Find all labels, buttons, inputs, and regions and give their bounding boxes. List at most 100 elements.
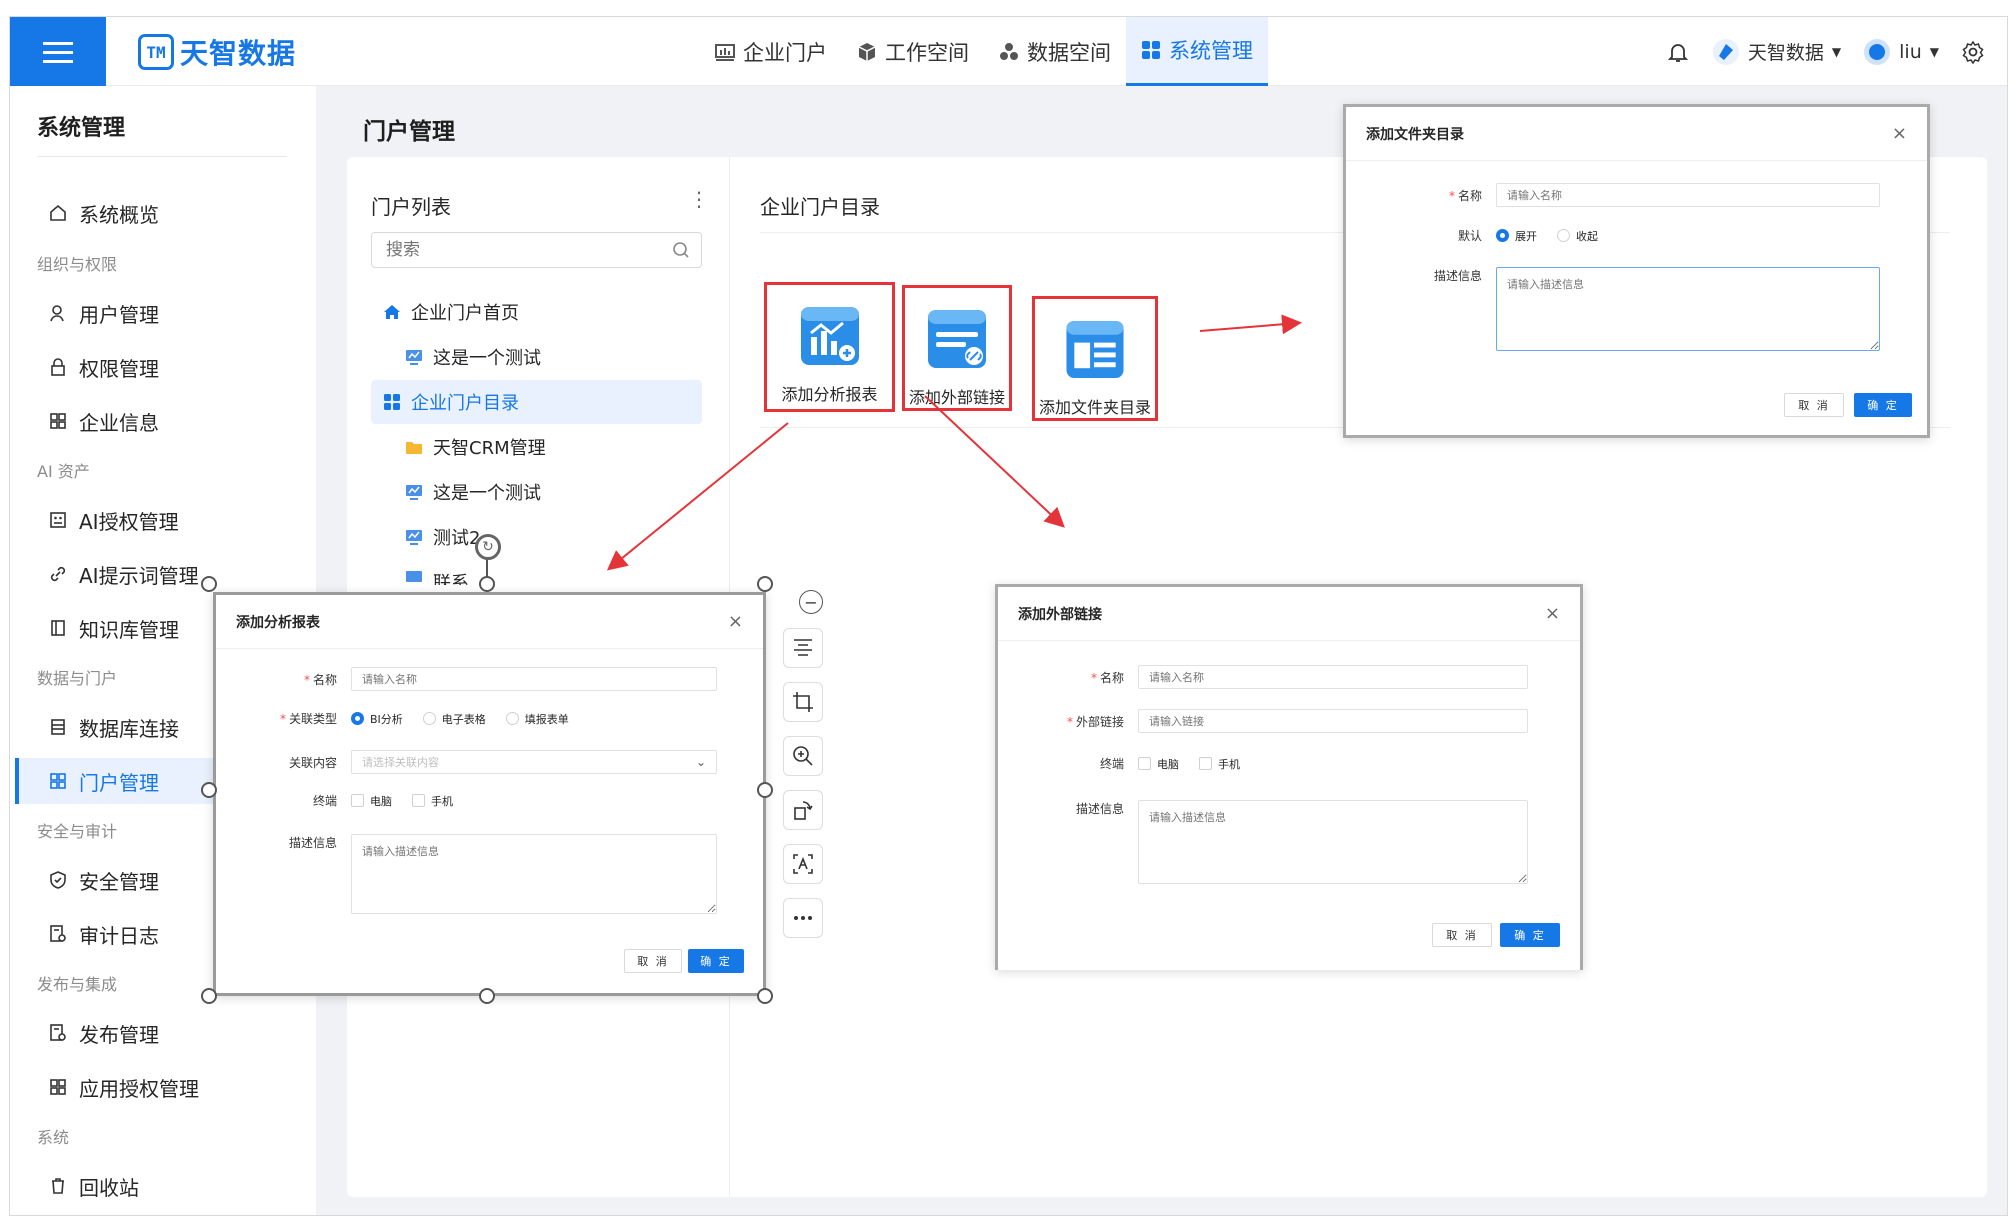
sidebar-item-ai-prompt[interactable]: AI提示词管理: [15, 551, 310, 597]
cancel-button[interactable]: 取 消: [1784, 393, 1844, 417]
report-name-input[interactable]: [351, 667, 717, 691]
checkbox-pc[interactable]: 电脑: [1138, 756, 1179, 772]
confirm-button[interactable]: 确 定: [1500, 923, 1560, 947]
link-desc-textarea[interactable]: [1138, 800, 1528, 884]
align-tool-button[interactable]: [783, 628, 823, 668]
resize-handle[interactable]: [757, 988, 773, 1004]
tree-item-partial[interactable]: 联系: [405, 557, 469, 585]
zoom-tool-button[interactable]: [783, 736, 823, 776]
report-desc-textarea[interactable]: [351, 834, 717, 914]
add-folder-card[interactable]: 添加文件夹目录: [1032, 296, 1158, 421]
tree-item-test2[interactable]: 这是一个测试: [405, 470, 541, 514]
radio-collapse[interactable]: 收起: [1557, 228, 1598, 244]
nav-dataspace[interactable]: 数据空间: [984, 17, 1126, 86]
add-report-card[interactable]: 添加分析报表: [764, 282, 895, 412]
cancel-button[interactable]: 取 消: [1432, 923, 1492, 947]
shield-icon: [50, 871, 66, 889]
molecule-icon: [1000, 42, 1018, 60]
search-icon[interactable]: [672, 241, 690, 259]
resize-handle[interactable]: [201, 782, 217, 798]
resize-handle[interactable]: [201, 988, 217, 1004]
checkbox-mobile[interactable]: 手机: [1199, 756, 1240, 772]
radio-sheet[interactable]: 电子表格: [422, 711, 486, 727]
cancel-button[interactable]: 取 消: [624, 949, 682, 973]
label-text: 名称: [312, 672, 337, 687]
link-url-input[interactable]: [1138, 709, 1528, 733]
checkbox-mobile[interactable]: 手机: [412, 793, 453, 809]
sidebar-item-label: 权限管理: [79, 356, 159, 381]
cube-icon: [858, 42, 876, 61]
nav-workspace-label: 工作空间: [885, 40, 969, 65]
sidebar-item-overview[interactable]: 系统概览: [15, 190, 310, 236]
tree-item-label: 这是一个测试: [433, 348, 541, 369]
tree-item-crm[interactable]: 天智CRM管理: [405, 425, 546, 469]
resize-handle[interactable]: [201, 576, 217, 592]
chevron-down-icon: ⌄: [695, 755, 706, 769]
logo[interactable]: TM 天智数据: [138, 32, 296, 72]
resize-handle[interactable]: [479, 576, 495, 592]
radio-expand[interactable]: 展开: [1496, 228, 1537, 244]
sidebar-item-ai-auth[interactable]: AI授权管理: [15, 497, 310, 543]
settings-gear-icon[interactable]: [1961, 40, 1985, 64]
radio-bi[interactable]: BI分析: [351, 711, 403, 727]
tree-item-test3[interactable]: 测试2: [405, 515, 480, 559]
sidebar-item-users[interactable]: 用户管理: [15, 290, 310, 336]
radio-form[interactable]: 填报表单: [505, 711, 569, 727]
folder-name-input[interactable]: [1496, 183, 1880, 207]
caret-down-icon: ▼: [1831, 44, 1842, 59]
content-select[interactable]: 请选择关联内容 ⌄: [351, 750, 717, 774]
crop-tool-button[interactable]: [783, 682, 823, 722]
radio-dot: [351, 712, 364, 725]
more-tool-button[interactable]: [783, 898, 823, 938]
home-outline-icon: [50, 204, 66, 221]
resize-handle[interactable]: [757, 782, 773, 798]
tree-item-home[interactable]: 企业门户首页: [383, 290, 519, 334]
sidebar-item-recycle[interactable]: 回收站: [15, 1163, 310, 1209]
sidebar-item-app-auth[interactable]: 应用授权管理: [15, 1064, 310, 1110]
user-menu[interactable]: liu ▼: [1863, 38, 1939, 66]
close-icon[interactable]: ×: [1545, 603, 1560, 624]
confirm-button[interactable]: 确 定: [688, 949, 744, 973]
apps-icon: [50, 773, 66, 789]
ocr-tool-button[interactable]: [783, 844, 823, 884]
label-text: 外部链接: [1075, 714, 1124, 729]
resize-handle[interactable]: [479, 988, 495, 1004]
folder-desc-textarea[interactable]: [1496, 267, 1880, 351]
rotate-tool-button[interactable]: [783, 790, 823, 830]
radio-label: BI分析: [370, 712, 403, 726]
org-switcher[interactable]: 天智数据 ▼: [1712, 38, 1841, 66]
link-name-input[interactable]: [1138, 665, 1528, 689]
align-icon: [794, 639, 812, 656]
close-icon[interactable]: ×: [1892, 123, 1907, 144]
sidebar-item-label: 回收站: [79, 1175, 139, 1200]
sidebar-item-permissions[interactable]: 权限管理: [15, 344, 310, 390]
tree-item-test1[interactable]: 这是一个测试: [405, 335, 541, 379]
bell-icon[interactable]: [1666, 40, 1690, 64]
sidebar-item-company[interactable]: 企业信息: [15, 398, 310, 444]
tree-item-catalog[interactable]: 企业门户目录: [371, 380, 702, 424]
nav-workspace[interactable]: 工作空间: [842, 17, 984, 86]
confirm-button[interactable]: 确 定: [1854, 393, 1912, 417]
portal-search-input[interactable]: [371, 232, 702, 268]
trash-icon: [52, 1178, 64, 1194]
more-vertical-icon[interactable]: ⋮: [689, 187, 709, 211]
resize-handle[interactable]: [757, 576, 773, 592]
form-row-content: 关联内容 请选择关联内容 ⌄: [216, 750, 717, 774]
nav-portal[interactable]: 企业门户: [700, 17, 842, 86]
hamburger-icon: [43, 41, 73, 63]
menu-toggle-button[interactable]: [10, 17, 106, 86]
home-icon: [384, 305, 400, 319]
nav-system[interactable]: 系统管理: [1126, 17, 1268, 86]
rotate-icon[interactable]: ↻: [475, 534, 501, 560]
crop-icon: [793, 692, 813, 712]
form-row-desc: 描述信息: [1346, 267, 1880, 351]
add-link-card[interactable]: 添加外部链接: [902, 285, 1012, 411]
sidebar-item-publish[interactable]: 发布管理: [15, 1010, 310, 1056]
checkbox-pc[interactable]: 电脑: [351, 793, 392, 809]
close-icon[interactable]: ×: [728, 611, 743, 632]
form-label: 描述信息: [1433, 269, 1482, 283]
add-report-dialog: 添加分析报表 × *名称 *关联类型 BI分析 电子表格 填报表单 关联内容 请…: [213, 592, 766, 996]
minimize-icon[interactable]: −: [799, 590, 823, 614]
checkbox-label: 电脑: [1157, 757, 1179, 771]
apps-icon: [50, 413, 66, 429]
